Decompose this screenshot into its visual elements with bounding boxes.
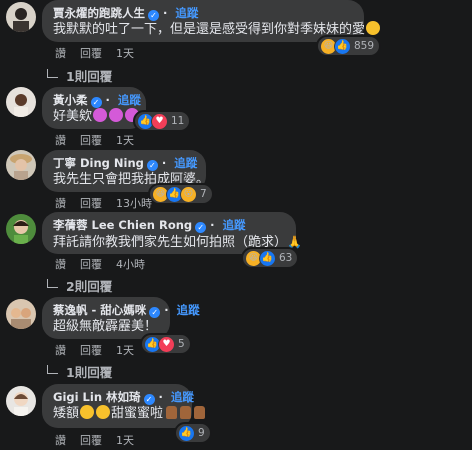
author-name[interactable]: 賈永燿的跑跳人生 bbox=[53, 6, 145, 20]
view-replies-label[interactable]: 2則回覆 bbox=[66, 279, 112, 294]
reaction-count: 63 bbox=[279, 252, 293, 264]
comment-text: 我默默的吐了一下，但是還是感受得到你對季妹妹的愛 bbox=[53, 22, 366, 37]
avatar[interactable] bbox=[6, 2, 36, 32]
reaction-count: 5 bbox=[178, 338, 185, 350]
like-link[interactable]: 讚 bbox=[55, 134, 66, 147]
like-link[interactable]: 讚 bbox=[55, 434, 66, 447]
comment-text: 超級無敵霹靂美！ bbox=[53, 319, 158, 334]
follow-link[interactable]: 追蹤 bbox=[174, 156, 197, 170]
timestamp[interactable]: 1天 bbox=[116, 47, 134, 60]
like-link[interactable]: 讚 bbox=[55, 344, 66, 357]
reaction-summary[interactable]: 👍 ♥ 11 bbox=[133, 110, 192, 132]
avatar[interactable] bbox=[6, 150, 36, 180]
love-reaction-icon: ♥ bbox=[151, 112, 168, 130]
view-replies[interactable]: 2則回覆 bbox=[47, 276, 112, 295]
grin-emoji-icon bbox=[80, 405, 95, 419]
timestamp[interactable]: 13小時 bbox=[116, 197, 152, 210]
devil-emoji-icon bbox=[93, 108, 108, 122]
reply-link[interactable]: 回覆 bbox=[80, 134, 102, 147]
author-name[interactable]: 丁寧 Ding Ning bbox=[53, 156, 144, 170]
like-link[interactable]: 讚 bbox=[55, 258, 66, 271]
like-reaction-icon: 👍 bbox=[334, 37, 351, 55]
view-replies[interactable]: 1則回覆 bbox=[47, 66, 112, 85]
reaction-count: 7 bbox=[200, 188, 207, 200]
thumbs-up-emoji-icon bbox=[166, 406, 178, 419]
reply-arrow-icon bbox=[47, 365, 58, 374]
verified-badge-icon: ✓ bbox=[148, 10, 159, 21]
reaction-summary[interactable]: 👍 9 bbox=[174, 422, 212, 444]
verified-badge-icon: ✓ bbox=[195, 222, 207, 233]
reply-link[interactable]: 回覆 bbox=[80, 47, 102, 60]
follow-link[interactable]: 追蹤 bbox=[177, 303, 200, 317]
verified-badge-icon: ✓ bbox=[143, 394, 155, 405]
thumbs-up-emoji-icon bbox=[194, 406, 206, 419]
author-name[interactable]: Gigi Lin 林如琦 bbox=[53, 390, 141, 404]
reply-arrow-icon bbox=[47, 69, 58, 78]
comment-bubble: 黃小柔 ✓ · 追蹤 好美欸 bbox=[42, 87, 146, 129]
thumbs-up-emoji-icon bbox=[180, 406, 192, 419]
follow-link[interactable]: 追蹤 bbox=[171, 390, 194, 404]
author-name[interactable]: 黃小柔 bbox=[53, 93, 88, 107]
avatar[interactable] bbox=[6, 386, 36, 416]
timestamp[interactable]: 1天 bbox=[116, 434, 134, 447]
view-replies-label[interactable]: 1則回覆 bbox=[66, 69, 112, 84]
view-replies-label[interactable]: 1則回覆 bbox=[66, 365, 112, 380]
comment-bubble: Gigi Lin 林如琦 ✓ · 追蹤 矮額 甜蜜蜜啦 bbox=[42, 384, 206, 428]
like-link[interactable]: 讚 bbox=[55, 47, 66, 60]
like-reaction-icon: 👍 bbox=[259, 249, 276, 267]
comment-bubble: 賈永燿的跑跳人生 ✓ · 追蹤 我默默的吐了一下，但是還是感受得到你對季妹妹的愛 bbox=[42, 0, 381, 42]
verified-badge-icon: ✓ bbox=[90, 97, 102, 108]
timestamp[interactable]: 1天 bbox=[116, 344, 134, 357]
follow-link[interactable]: 追蹤 bbox=[223, 218, 246, 232]
timestamp[interactable]: 4小時 bbox=[116, 258, 145, 271]
comment-text-part-2: 甜蜜蜜啦 bbox=[111, 406, 164, 421]
reply-link[interactable]: 回覆 bbox=[80, 434, 102, 447]
reaction-summary[interactable]: 😆 👍 63 bbox=[241, 247, 300, 269]
devil-emoji-icon bbox=[109, 108, 124, 122]
view-replies[interactable]: 1則回覆 bbox=[47, 362, 112, 381]
reply-link[interactable]: 回覆 bbox=[80, 258, 102, 271]
heart-eyes-emoji-icon bbox=[366, 21, 381, 35]
comment-text: 好美欸 bbox=[53, 109, 93, 124]
reply-link[interactable]: 回覆 bbox=[80, 197, 102, 210]
avatar[interactable] bbox=[6, 299, 36, 329]
reaction-count: 9 bbox=[198, 427, 205, 439]
reply-link[interactable]: 回覆 bbox=[80, 344, 102, 357]
reaction-count: 11 bbox=[171, 115, 185, 127]
like-link[interactable]: 讚 bbox=[55, 197, 66, 210]
verified-badge-icon: ✓ bbox=[146, 160, 158, 171]
reaction-count: 859 bbox=[354, 40, 375, 52]
author-name[interactable]: 李蒨蓉 Lee Chien Rong bbox=[53, 218, 192, 232]
reaction-summary[interactable]: 😆 👍 859 bbox=[316, 35, 382, 57]
wow-reaction-icon: 😮 bbox=[180, 185, 197, 203]
comment-text-part-1: 矮額 bbox=[53, 406, 80, 421]
timestamp[interactable]: 1天 bbox=[116, 134, 134, 147]
avatar[interactable] bbox=[6, 87, 36, 117]
follow-link[interactable]: 追蹤 bbox=[118, 93, 141, 107]
follow-link[interactable]: 追蹤 bbox=[175, 6, 198, 20]
verified-badge-icon: ✓ bbox=[149, 307, 161, 318]
author-name[interactable]: 蔡逸帆 - 甜心媽咪 bbox=[53, 303, 146, 317]
love-reaction-icon: ♥ bbox=[158, 335, 175, 353]
grin-emoji-icon bbox=[96, 405, 111, 419]
avatar[interactable] bbox=[6, 214, 36, 244]
like-reaction-icon: 👍 bbox=[178, 424, 195, 442]
reply-arrow-icon bbox=[47, 279, 58, 288]
